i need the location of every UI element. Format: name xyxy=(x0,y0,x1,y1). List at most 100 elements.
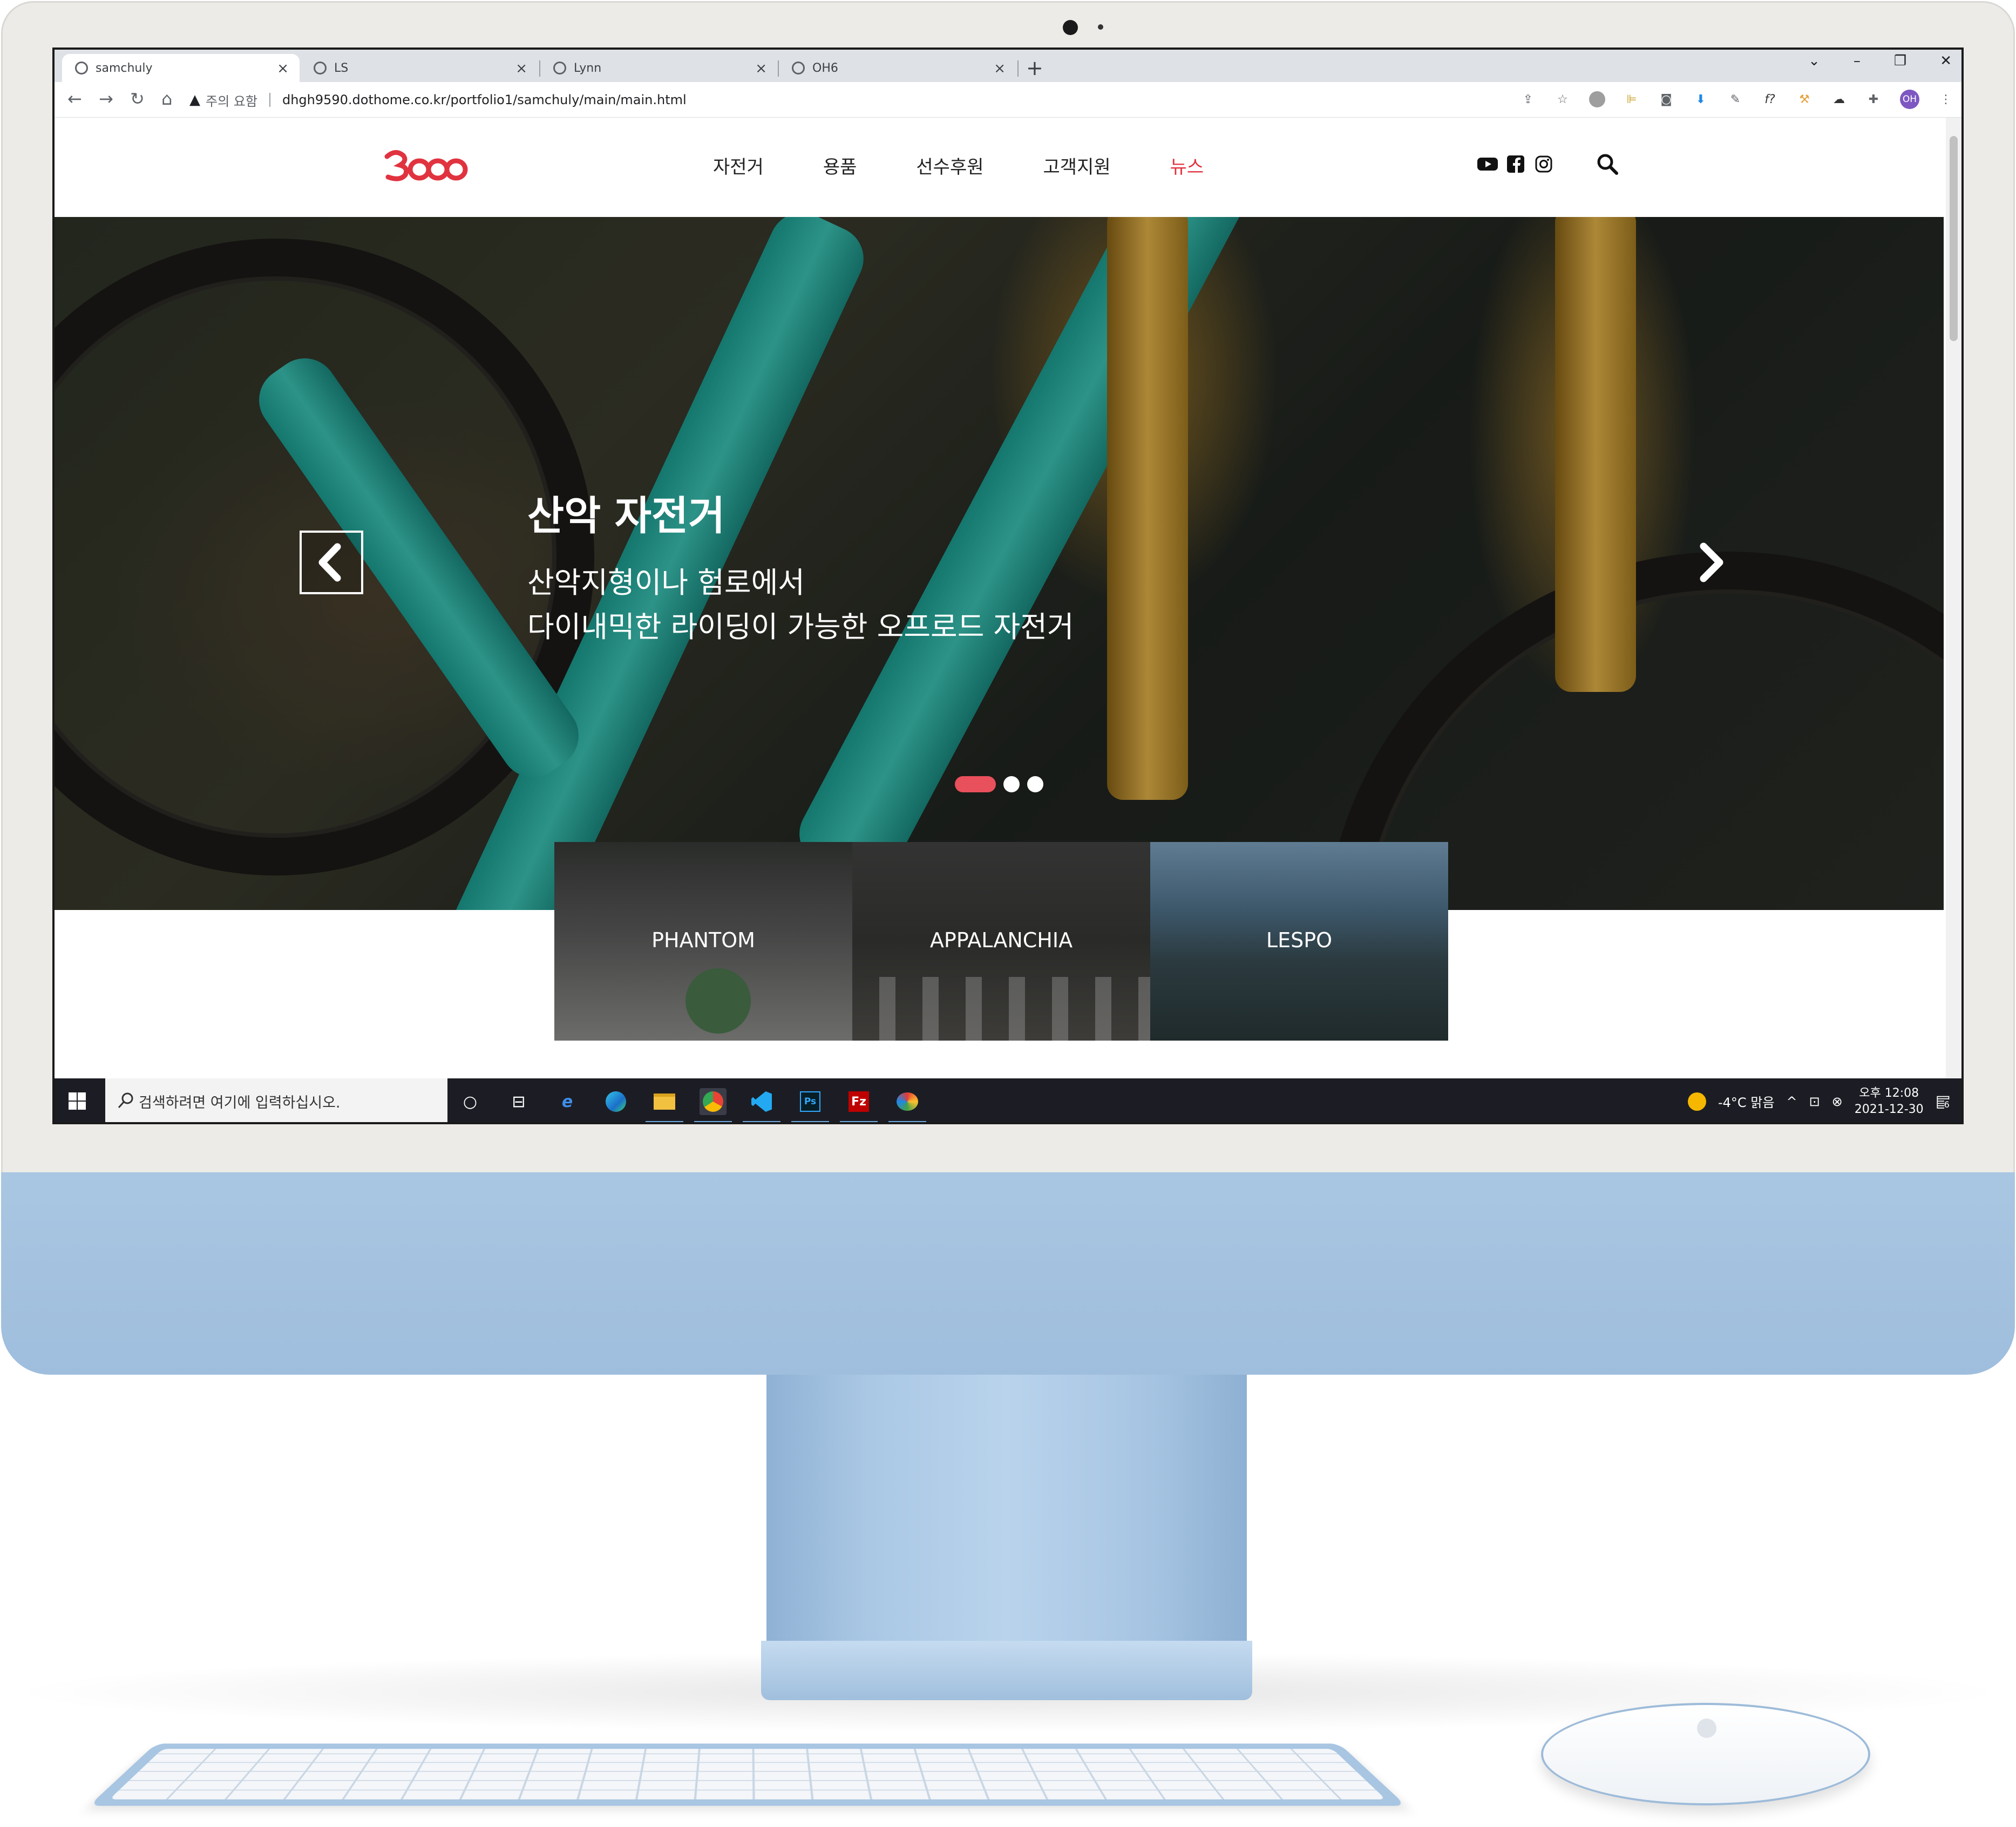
chevron-left-icon xyxy=(318,543,341,582)
nav-item-bicycle[interactable]: 자전거 xyxy=(713,152,764,179)
card-phantom[interactable]: PHANTOM xyxy=(554,842,852,1041)
url-text[interactable]: dhgh9590.dothome.co.kr/portfolio1/samchu… xyxy=(282,92,687,107)
running-indicator xyxy=(888,1121,926,1122)
tray-close-icon[interactable]: ⊗ xyxy=(1832,1094,1843,1109)
card-lespo[interactable]: LESPO xyxy=(1150,842,1448,1041)
close-icon[interactable]: × xyxy=(277,60,289,77)
close-icon[interactable]: × xyxy=(755,60,767,77)
nav-item-sponsorship[interactable]: 선수후원 xyxy=(916,152,983,179)
extension-hammer-icon[interactable]: ⚒ xyxy=(1796,91,1813,107)
card-label: APPALANCHIA xyxy=(929,928,1073,952)
filezilla-icon[interactable]: Fz xyxy=(845,1088,872,1115)
running-indicator xyxy=(791,1121,829,1122)
clock[interactable]: 오후 12:08 2021-12-30 xyxy=(1855,1085,1924,1118)
puzzle-icon[interactable]: ✚ xyxy=(1865,91,1882,107)
file-explorer-icon[interactable] xyxy=(651,1088,678,1115)
browser-toolbar: ← → ↻ ⌂ ▲ 주의 요함 dhgh9590.dothome.co.kr/p… xyxy=(55,82,1961,118)
clock-date: 2021-12-30 xyxy=(1854,1102,1924,1116)
extension-globe-icon[interactable] xyxy=(1589,91,1605,107)
system-tray: -4°C 맑음 ^ ⊡ ⊗ 오후 12:08 2021-12-30 ▤ 6 xyxy=(1687,1078,1951,1122)
windows-start-icon[interactable] xyxy=(67,1091,87,1111)
new-tab-button[interactable]: + xyxy=(1026,56,1043,80)
internet-explorer-icon[interactable]: e xyxy=(554,1088,581,1115)
restore-icon[interactable]: ❐ xyxy=(1894,53,1906,69)
back-icon[interactable]: ← xyxy=(67,89,82,109)
tab-label: Lynn xyxy=(574,61,602,75)
warning-icon[interactable]: ▲ xyxy=(189,92,200,108)
tab-search-icon[interactable]: ⌄ xyxy=(1808,53,1820,69)
notification-center-icon[interactable]: ▤ 6 xyxy=(1936,1092,1951,1111)
weather-text[interactable]: -4°C 맑음 xyxy=(1718,1092,1774,1111)
nav-item-accessories[interactable]: 용품 xyxy=(823,152,857,179)
chrome-icon[interactable] xyxy=(700,1088,727,1115)
hero-description-line-2: 다이내믹한 라이딩이 가능한 오프로드 자전거 xyxy=(527,610,1074,644)
keyboard xyxy=(89,1743,1407,1806)
security-label[interactable]: 주의 요함 xyxy=(206,91,257,110)
tab-label: OH6 xyxy=(812,61,838,75)
card-appalanchia[interactable]: APPALANCHIA xyxy=(852,842,1150,1041)
instagram-icon[interactable] xyxy=(1533,153,1555,175)
hero-description-line-1: 산악지형이나 험로에서 xyxy=(527,566,805,600)
samchuly-logo[interactable] xyxy=(384,146,470,184)
download-icon[interactable]: ⬇ xyxy=(1693,91,1709,107)
vscode-icon[interactable] xyxy=(748,1088,775,1115)
imac-stand-foot xyxy=(761,1641,1252,1700)
extensions-bar: ⇪ ☆ ⊫ ◙ ⬇ ✎ f? ⚒ ☁ ✚ OH ⋮ xyxy=(1520,90,1954,109)
youtube-icon[interactable] xyxy=(1477,153,1498,175)
nav-item-news[interactable]: 뉴스 xyxy=(1170,152,1204,179)
profile-avatar[interactable]: OH xyxy=(1900,90,1919,109)
network-icon[interactable]: ⊡ xyxy=(1809,1094,1820,1109)
extension-ladder-icon[interactable]: ⊫ xyxy=(1624,91,1640,107)
globe-icon xyxy=(75,62,88,74)
camera-led xyxy=(1098,24,1103,30)
share-icon[interactable]: ⇪ xyxy=(1520,91,1536,107)
hero-slider: 산악 자전거 산악지형이나 험로에서 다이내믹한 라이딩이 가능한 오프로드 자… xyxy=(55,217,1944,910)
paint-icon[interactable] xyxy=(894,1088,921,1115)
cortana-icon[interactable]: ○ xyxy=(457,1088,484,1115)
slider-dot-3[interactable] xyxy=(1027,776,1043,792)
tab-lynn[interactable]: Lynn × xyxy=(540,54,778,82)
forward-icon[interactable]: → xyxy=(99,89,113,109)
menu-dots-icon[interactable]: ⋮ xyxy=(1938,91,1954,107)
tray-chevron-icon[interactable]: ^ xyxy=(1786,1094,1797,1109)
address-bar[interactable]: ▲ 주의 요함 dhgh9590.dothome.co.kr/portfolio… xyxy=(189,87,1582,112)
extension-cloud-icon[interactable]: ☁ xyxy=(1831,91,1847,107)
close-icon[interactable]: × xyxy=(515,60,527,77)
weather-sun-icon[interactable] xyxy=(1687,1092,1706,1111)
page-scrollbar[interactable] xyxy=(1946,118,1961,1078)
globe-icon xyxy=(553,62,566,74)
close-icon[interactable]: × xyxy=(994,60,1006,77)
photoshop-icon[interactable]: Ps xyxy=(797,1088,824,1115)
edge-icon[interactable] xyxy=(602,1088,629,1115)
site-header: 자전거 용품 선수후원 고객지원 뉴스 xyxy=(55,118,1950,217)
tab-oh6[interactable]: OH6 × xyxy=(779,54,1016,82)
taskbar-search-box[interactable]: 검색하려면 여기에 입력하십시오. xyxy=(105,1078,447,1122)
running-indicator xyxy=(694,1121,732,1122)
chevron-right-icon xyxy=(1700,542,1723,582)
task-view-icon[interactable]: ⊟ xyxy=(505,1088,532,1115)
globe-icon xyxy=(792,62,805,74)
font-icon[interactable]: f? xyxy=(1762,91,1778,107)
slider-dot-1[interactable] xyxy=(955,776,996,792)
reload-icon[interactable]: ↻ xyxy=(130,89,145,109)
nav-item-support[interactable]: 고객지원 xyxy=(1043,152,1111,179)
slider-dot-2[interactable] xyxy=(1003,776,1020,792)
window-close-icon[interactable]: ✕ xyxy=(1940,53,1952,69)
imac-stand xyxy=(766,1375,1247,1655)
slider-next-button[interactable] xyxy=(1687,535,1736,589)
category-cards: PHANTOM APPALANCHIA LESPO xyxy=(554,842,1448,1041)
minimize-icon[interactable]: – xyxy=(1854,53,1861,69)
scrollbar-thumb[interactable] xyxy=(1950,136,1958,341)
tab-ls[interactable]: LS × xyxy=(301,54,538,82)
facebook-icon[interactable] xyxy=(1505,153,1526,175)
camera-icon[interactable]: ◙ xyxy=(1658,91,1674,107)
eyedropper-icon[interactable]: ✎ xyxy=(1727,91,1743,107)
search-icon[interactable] xyxy=(1596,152,1619,176)
tab-samchuly[interactable]: samchuly × xyxy=(62,54,300,82)
home-icon[interactable]: ⌂ xyxy=(161,89,172,109)
slider-prev-button[interactable] xyxy=(300,531,363,594)
bookmark-star-icon[interactable]: ☆ xyxy=(1555,91,1571,107)
screen: samchuly × LS × Lynn × OH6 × + ⌄ – ❐ ✕ ←… xyxy=(52,47,1964,1124)
tab-separator xyxy=(1017,60,1019,77)
tab-label: samchuly xyxy=(96,61,153,75)
